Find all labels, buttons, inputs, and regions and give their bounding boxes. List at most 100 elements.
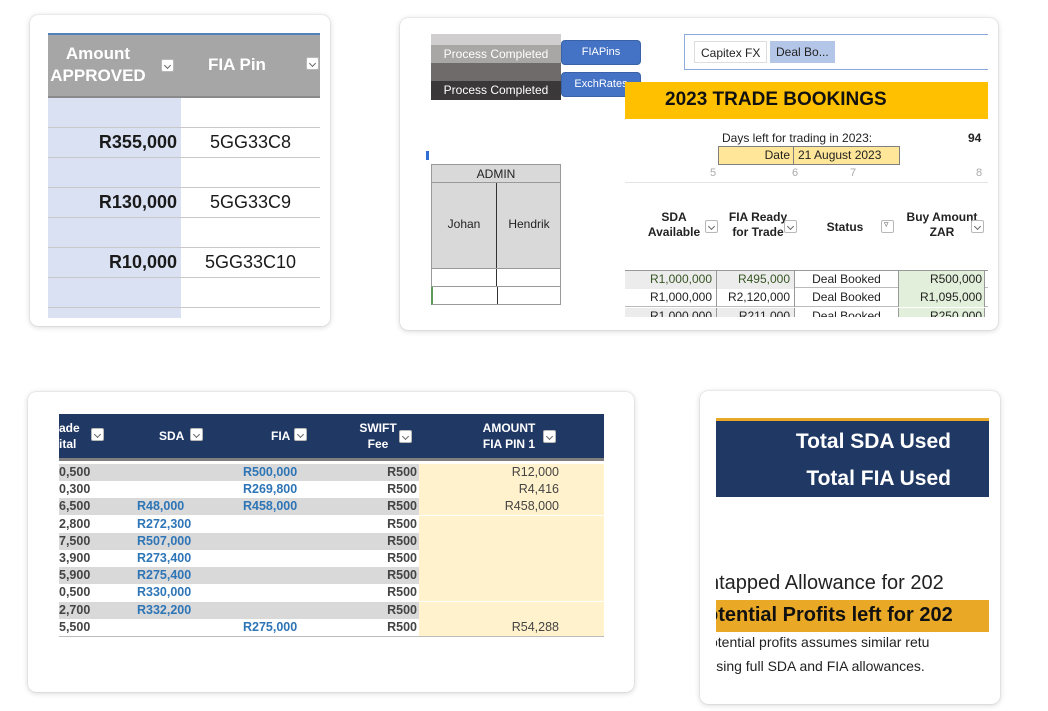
process-completed-label: Process Completed xyxy=(431,45,561,63)
admin-name-hendrik: Hendrik xyxy=(508,217,550,231)
fia-cell: R275,000 xyxy=(243,619,298,634)
capital-cell: 0,500 xyxy=(59,585,91,600)
status-cell: Deal Booked xyxy=(795,271,899,289)
header-label: SDA Available xyxy=(647,210,701,239)
buy-amount-filter-dropdown[interactable] xyxy=(971,220,984,233)
capital-table: ade ital SDA FIA SWIFT Fee AMOUNT FIA PI… xyxy=(59,414,604,677)
table-row[interactable]: R1,000,000 R495,000 Deal Booked R500,000 xyxy=(625,270,988,289)
status-cell: Deal Booked xyxy=(795,308,899,317)
capital-cell: 5,500 xyxy=(59,619,91,634)
capital-cell: 3,900 xyxy=(59,551,91,565)
potential-profits-label: otential Profits left for 202 xyxy=(716,604,953,626)
buy-amount-cell: R1,095,000 xyxy=(899,289,985,307)
amount-cell: R130,000 xyxy=(98,192,177,212)
amount-fia-pin-cell: R54,288 xyxy=(511,619,559,634)
fia-pin-filter-dropdown[interactable] xyxy=(306,57,319,70)
table-row[interactable]: 0,500 R500,000 R500 R12,000 xyxy=(59,464,604,481)
swift-fee-filter-dropdown[interactable] xyxy=(399,430,412,443)
swift-fee-cell: R500 xyxy=(387,533,417,548)
header-label: Buy Amount ZAR xyxy=(906,210,978,239)
capital-cell: 0,300 xyxy=(59,482,91,497)
table-row[interactable]: 2,800 R272,300 R500 xyxy=(59,515,604,533)
admin-header: ADMIN xyxy=(431,164,561,183)
admin-checkbox-row[interactable] xyxy=(431,287,561,305)
totals-panel: Total SDA Used Total FIA Used ntapped Al… xyxy=(716,418,989,688)
swift-fee-cell: R500 xyxy=(387,619,417,634)
tab-capitex-fx[interactable]: Capitex FX xyxy=(694,41,768,63)
fia-cell: R458,000 xyxy=(243,499,298,514)
fia-cell: R2,120,000 xyxy=(717,289,795,307)
profits-note-line: lising full SDA and FIA allowances. xyxy=(716,658,925,674)
date-value: 21 August 2023 xyxy=(798,148,882,162)
amount-fia-pin-filter-dropdown[interactable] xyxy=(543,430,556,443)
trade-bookings-banner: 2023 TRADE BOOKINGS xyxy=(625,82,988,119)
sheet-tab-bar: Capitex FX Deal Bo... xyxy=(684,34,988,70)
table-row[interactable]: R1,000,000 R211,000 Deal Booked R250,000 xyxy=(625,308,988,317)
buy-amount-cell: R250,000 xyxy=(899,308,985,317)
sda-filter-dropdown[interactable] xyxy=(190,428,203,441)
sda-available-header: SDA Available xyxy=(644,210,704,240)
table-row[interactable]: R355,000 5GG33C8 xyxy=(48,128,320,158)
capital-cell: 7,500 xyxy=(59,533,91,548)
sda-header: SDA xyxy=(159,429,185,443)
process-status-bar xyxy=(431,63,561,81)
fia-pin-cell: 5GG33C9 xyxy=(209,192,292,212)
table-row[interactable]: 6,500 R48,000 R458,000 R500 R458,000 xyxy=(59,498,604,516)
status-header: Status xyxy=(820,220,870,235)
sda-available-filter-dropdown[interactable] xyxy=(705,220,718,233)
table-row[interactable]: 5,500 R275,000 R500 R54,288 xyxy=(59,618,604,636)
trade-capital-filter-dropdown[interactable] xyxy=(91,428,104,441)
amount-fia-pin-cell: R458,000 xyxy=(504,499,559,514)
amount-column-fill xyxy=(419,532,604,550)
fia-ready-filter-dropdown[interactable] xyxy=(784,220,797,233)
sda-cell: R507,000 xyxy=(137,533,192,548)
admin-table: ADMIN Johan Hendrik xyxy=(431,164,561,305)
amount-column-fill xyxy=(419,550,604,567)
fia-ready-header: FIA Ready for Trade xyxy=(724,210,792,240)
profits-note-line: otential profits assumes similar retu xyxy=(716,634,930,650)
admin-checkbox-row[interactable] xyxy=(431,269,561,287)
tab-deal-bookings[interactable]: Deal Bo... xyxy=(770,41,835,63)
amount-cell: R355,000 xyxy=(98,132,177,152)
swift-fee-cell: R500 xyxy=(387,499,417,514)
swift-fee-cell: R500 xyxy=(387,568,417,583)
trade-bookings-card: Process Completed Process Completed FIAP… xyxy=(400,18,998,330)
amount-column-fill xyxy=(419,567,604,585)
total-fia-used-label: Total FIA Used xyxy=(806,467,951,490)
table-row[interactable]: R1,000,000 R2,120,000 Deal Booked R1,095… xyxy=(625,289,988,307)
swift-fee-cell: R500 xyxy=(387,516,417,531)
totals-header: Total SDA Used Total FIA Used xyxy=(716,418,989,497)
sda-cell: R330,000 xyxy=(137,585,192,600)
table-row[interactable]: 5,900 R275,400 R500 xyxy=(59,567,604,585)
divider xyxy=(496,269,497,286)
fiapins-button[interactable]: FIAPins xyxy=(561,40,641,65)
table-row[interactable] xyxy=(48,278,320,308)
amount-cell: R10,000 xyxy=(108,252,177,272)
amount-column-fill xyxy=(419,601,604,619)
divider xyxy=(625,182,988,183)
table-row[interactable]: 7,500 R507,000 R500 xyxy=(59,532,604,550)
trade-bookings-sheet: Process Completed Process Completed FIAP… xyxy=(426,34,988,317)
cell-cursor-marker xyxy=(426,151,429,160)
table-row[interactable] xyxy=(48,218,320,248)
status-filter-applied-icon[interactable] xyxy=(881,219,894,233)
fia-pin-header: FIA Pin xyxy=(208,55,266,74)
fia-filter-dropdown[interactable] xyxy=(294,428,307,441)
table-row[interactable] xyxy=(48,158,320,188)
table-row[interactable]: 3,900 R273,400 R500 xyxy=(59,550,604,567)
capital-table-header: ade ital SDA FIA SWIFT Fee AMOUNT FIA PI… xyxy=(59,414,604,461)
table-row[interactable]: 2,700 R332,200 R500 xyxy=(59,601,604,619)
amount-approved-header: Amount APPROVED xyxy=(50,44,146,85)
table-row[interactable]: 0,500 R330,000 R500 xyxy=(59,584,604,602)
trade-capital-header: ade ital xyxy=(59,421,80,451)
amount-column-fill xyxy=(419,584,604,602)
table-row[interactable]: 0,300 R269,800 R500 R4,416 xyxy=(59,481,604,499)
amount-approved-filter-dropdown[interactable] xyxy=(161,59,174,72)
table-row[interactable]: R130,000 5GG33C9 xyxy=(48,188,320,218)
swift-fee-cell: R500 xyxy=(387,585,417,600)
fia-cell: R269,800 xyxy=(243,482,298,497)
status-cell: Deal Booked xyxy=(795,289,899,307)
sda-cell: R48,000 xyxy=(137,499,185,514)
table-row[interactable] xyxy=(48,98,320,128)
table-row[interactable]: R10,000 5GG33C10 xyxy=(48,248,320,278)
